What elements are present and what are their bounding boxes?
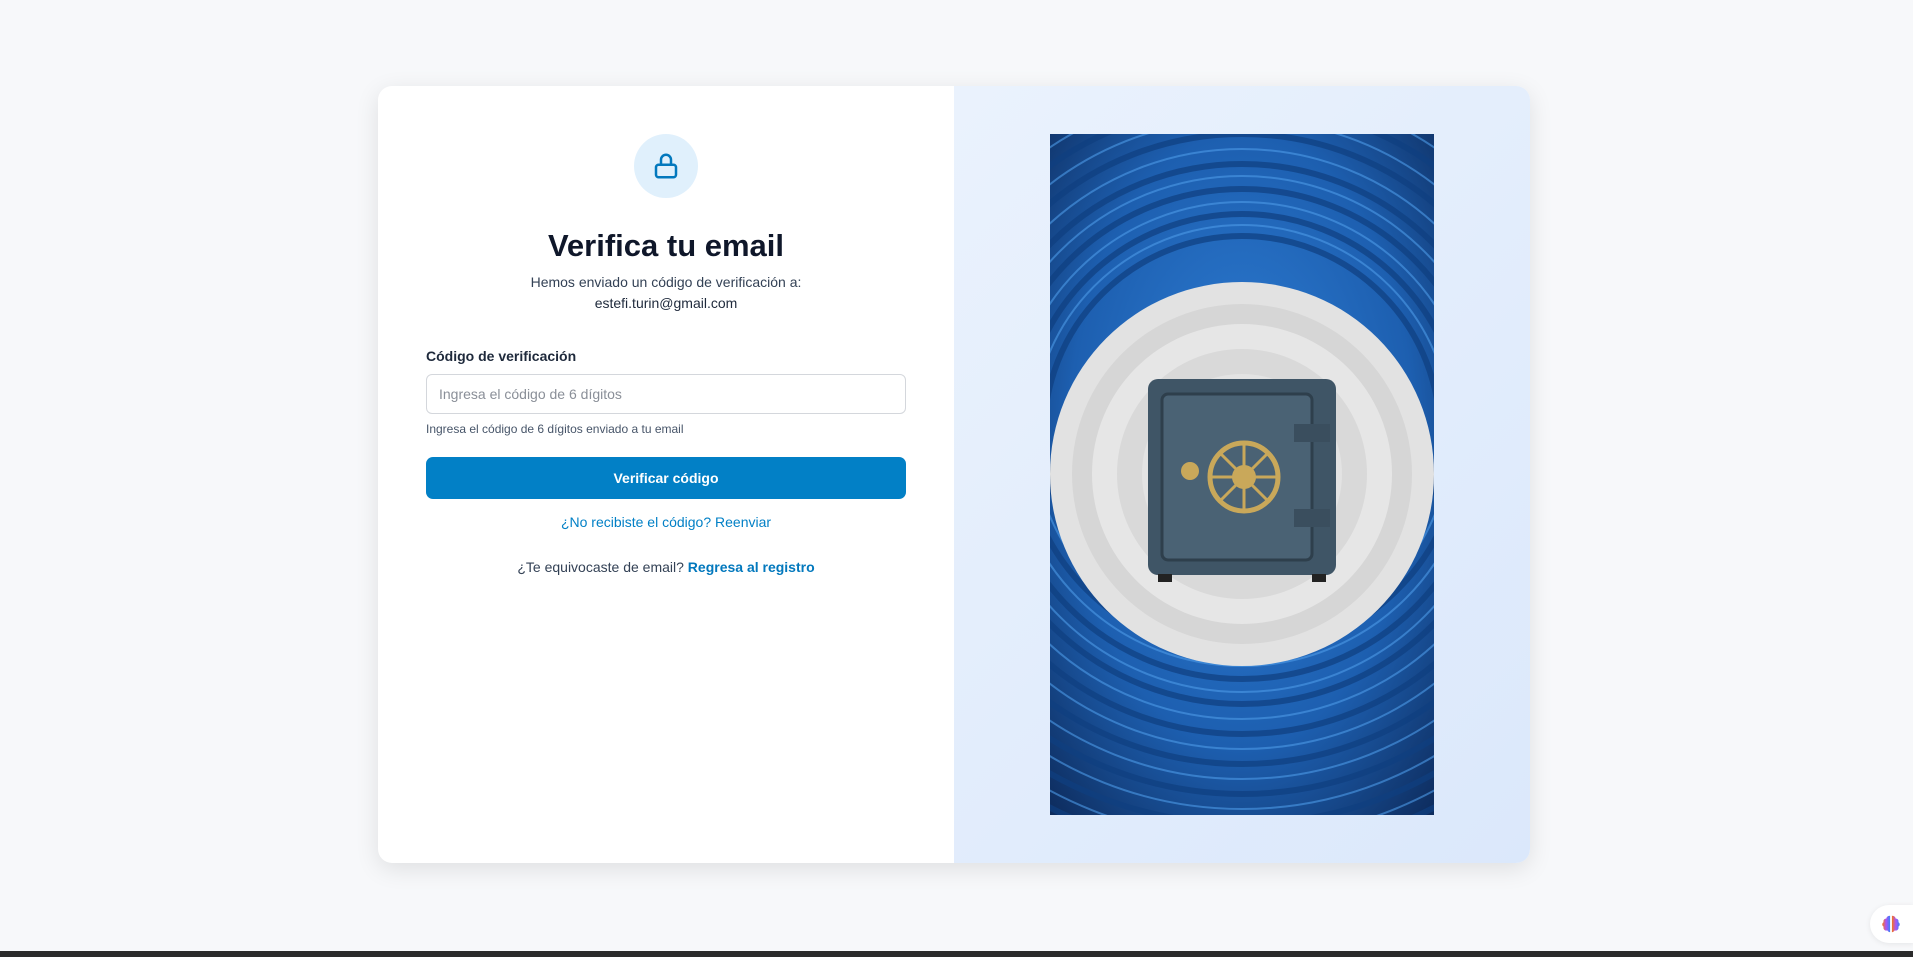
window-bottom-edge — [0, 951, 1913, 957]
illustration-panel — [954, 86, 1530, 863]
page-title: Verifica tu email — [547, 228, 785, 263]
verification-form-panel: Verifica tu email Hemos enviado un códig… — [378, 86, 954, 863]
code-label: Código de verificación — [426, 348, 577, 364]
resend-code-link[interactable]: ¿No recibiste el código? Reenviar — [561, 514, 771, 530]
verify-code-button[interactable]: Verificar código — [426, 457, 906, 499]
brain-icon — [1882, 915, 1900, 933]
subtitle: Hemos enviado un código de verificación … — [530, 274, 802, 290]
resend-row: ¿No recibiste el código? Reenviar — [378, 514, 954, 530]
verification-code-input[interactable] — [426, 374, 906, 414]
verification-card: Verifica tu email Hemos enviado un códig… — [378, 86, 1530, 863]
lock-badge — [634, 134, 698, 198]
wrong-email-text: ¿Te equivocaste de email? — [517, 559, 684, 575]
safe-illustration — [1050, 134, 1434, 815]
back-to-register-link[interactable]: Regresa al registro — [688, 559, 815, 575]
lock-icon — [654, 153, 678, 179]
code-hint: Ingresa el código de 6 dígitos enviado a… — [426, 422, 684, 436]
wrong-email-row: ¿Te equivocaste de email? Regresa al reg… — [378, 559, 954, 575]
assistant-widget-button[interactable] — [1870, 905, 1913, 943]
target-email: estefi.turin@gmail.com — [594, 295, 738, 311]
